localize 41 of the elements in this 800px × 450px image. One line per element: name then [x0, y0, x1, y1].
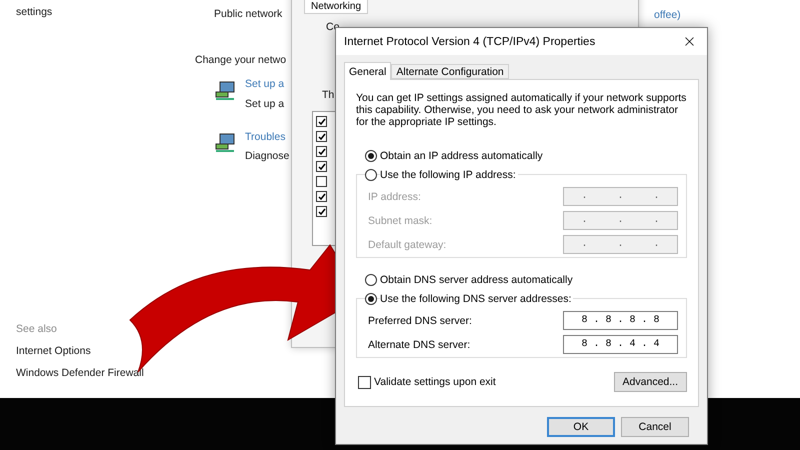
dialog-button[interactable]: OK — [547, 417, 615, 437]
radio-option[interactable]: Obtain DNS server address automatically — [356, 270, 687, 289]
radio-option[interactable]: Use the following DNS server addresses: — [356, 289, 687, 308]
task-description: Set up a — [245, 98, 284, 110]
dialog-button[interactable]: Cancel — [621, 417, 689, 437]
see-also-link[interactable]: Windows Defender Firewall — [16, 367, 144, 379]
item-checkbox[interactable] — [316, 146, 327, 157]
cut-label: offee) — [654, 9, 681, 21]
field-label: Preferred DNS server: — [368, 314, 472, 326]
field-label: Subnet mask: — [368, 214, 432, 226]
network-icon — [214, 132, 236, 152]
radio-option[interactable]: Use the following IP address: — [356, 165, 687, 184]
radio-option[interactable]: Obtain an IP address automatically — [356, 146, 687, 165]
field-label: IP address: — [368, 190, 421, 202]
section-heading: Change your netwo — [195, 54, 286, 66]
see-also-link[interactable]: Internet Options — [16, 345, 91, 357]
item-checkbox[interactable] — [316, 116, 327, 127]
item-checkbox[interactable] — [316, 131, 327, 142]
task-description: Diagnose — [245, 150, 290, 162]
items-label: Th — [322, 89, 334, 101]
network-icon — [214, 80, 236, 100]
network-type-label: Public network — [214, 8, 282, 20]
item-checkbox[interactable] — [316, 176, 327, 187]
field-label: Default gateway: — [368, 238, 446, 250]
description-text: You can get IP settings assigned automatically if your network supports this capability. Otherwise, you need to ask your network administrator for the appropriate IP settings. — [356, 92, 687, 128]
address-field[interactable]: 8 . 8 . 4 . 4 — [563, 335, 678, 354]
dialog-title: Internet Protocol Version 4 (TCP/IPv4) Properties — [344, 36, 596, 48]
advanced-button[interactable]: Advanced... — [614, 372, 687, 392]
item-checkbox[interactable] — [316, 191, 327, 202]
task-link[interactable]: Set up a — [245, 78, 284, 90]
settings-link[interactable]: settings — [16, 6, 52, 18]
see-also-heading: See also — [16, 323, 57, 335]
task-link[interactable]: Troubles — [245, 131, 286, 143]
networking-tab[interactable]: Networking — [304, 0, 368, 14]
validate-checkbox[interactable]: Validate settings upon exit — [356, 376, 496, 388]
item-checkbox[interactable] — [316, 206, 327, 217]
field-label: Alternate DNS server: — [368, 338, 470, 350]
address-field[interactable]: 8 . 8 . 8 . 8 — [563, 311, 678, 330]
item-checkbox[interactable] — [316, 161, 327, 172]
dialog-tab[interactable]: Alternate Configuration — [391, 64, 509, 79]
dialog-tab[interactable]: General — [344, 62, 392, 80]
